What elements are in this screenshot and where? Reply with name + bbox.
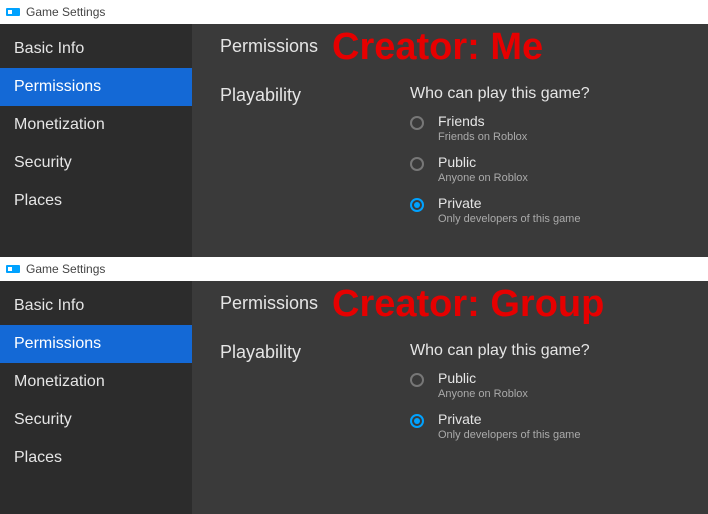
app-icon [6, 262, 20, 276]
field-body: Who can play this game? Friends Friends … [410, 85, 688, 236]
field-label: Playability [220, 342, 410, 363]
sidebar-item-permissions[interactable]: Permissions [0, 325, 192, 363]
radio-label: Private [438, 411, 580, 428]
radio-icon [410, 116, 424, 130]
radio-option-public[interactable]: Public Anyone on Roblox [410, 154, 688, 185]
section-title: Permissions [220, 36, 688, 57]
sidebar-item-basic-info[interactable]: Basic Info [0, 287, 192, 325]
sidebar-item-basic-info[interactable]: Basic Info [0, 30, 192, 68]
radio-label: Public [438, 370, 528, 387]
field-question: Who can play this game? [410, 85, 688, 103]
field-playability: Playability Who can play this game? Frie… [220, 85, 688, 236]
radio-text: Private Only developers of this game [438, 411, 580, 442]
app-icon [6, 5, 20, 19]
radio-desc: Friends on Roblox [438, 130, 527, 144]
radio-desc: Anyone on Roblox [438, 387, 528, 401]
field-label: Playability [220, 85, 410, 106]
titlebar: Game Settings [0, 0, 708, 24]
radio-text: Private Only developers of this game [438, 195, 580, 226]
radio-text: Friends Friends on Roblox [438, 113, 527, 144]
radio-text: Public Anyone on Roblox [438, 154, 528, 185]
radio-label: Private [438, 195, 580, 212]
section-title: Permissions [220, 293, 688, 314]
panel-group: Game Settings Basic Info Permissions Mon… [0, 257, 708, 514]
titlebar-text: Game Settings [26, 5, 105, 19]
radio-desc: Only developers of this game [438, 428, 580, 442]
body: Basic Info Permissions Monetization Secu… [0, 281, 708, 514]
radio-option-private[interactable]: Private Only developers of this game [410, 411, 688, 442]
radio-icon [410, 373, 424, 387]
field-playability: Playability Who can play this game? Publ… [220, 342, 688, 452]
titlebar-text: Game Settings [26, 262, 105, 276]
radio-icon [410, 414, 424, 428]
sidebar-item-permissions[interactable]: Permissions [0, 68, 192, 106]
radio-label: Public [438, 154, 528, 171]
sidebar: Basic Info Permissions Monetization Secu… [0, 281, 192, 514]
body: Basic Info Permissions Monetization Secu… [0, 24, 708, 257]
sidebar-item-monetization[interactable]: Monetization [0, 363, 192, 401]
sidebar: Basic Info Permissions Monetization Secu… [0, 24, 192, 257]
sidebar-item-security[interactable]: Security [0, 144, 192, 182]
field-body: Who can play this game? Public Anyone on… [410, 342, 688, 452]
radio-icon [410, 198, 424, 212]
radio-option-public[interactable]: Public Anyone on Roblox [410, 370, 688, 401]
radio-desc: Anyone on Roblox [438, 171, 528, 185]
content: Creator: Group Permissions Playability W… [192, 281, 708, 514]
sidebar-item-places[interactable]: Places [0, 182, 192, 220]
content: Creator: Me Permissions Playability Who … [192, 24, 708, 257]
sidebar-item-places[interactable]: Places [0, 439, 192, 477]
field-question: Who can play this game? [410, 342, 688, 360]
sidebar-item-monetization[interactable]: Monetization [0, 106, 192, 144]
radio-label: Friends [438, 113, 527, 130]
radio-option-friends[interactable]: Friends Friends on Roblox [410, 113, 688, 144]
radio-desc: Only developers of this game [438, 212, 580, 226]
titlebar: Game Settings [0, 257, 708, 281]
radio-icon [410, 157, 424, 171]
radio-text: Public Anyone on Roblox [438, 370, 528, 401]
sidebar-item-security[interactable]: Security [0, 401, 192, 439]
radio-option-private[interactable]: Private Only developers of this game [410, 195, 688, 226]
panel-me: Game Settings Basic Info Permissions Mon… [0, 0, 708, 257]
